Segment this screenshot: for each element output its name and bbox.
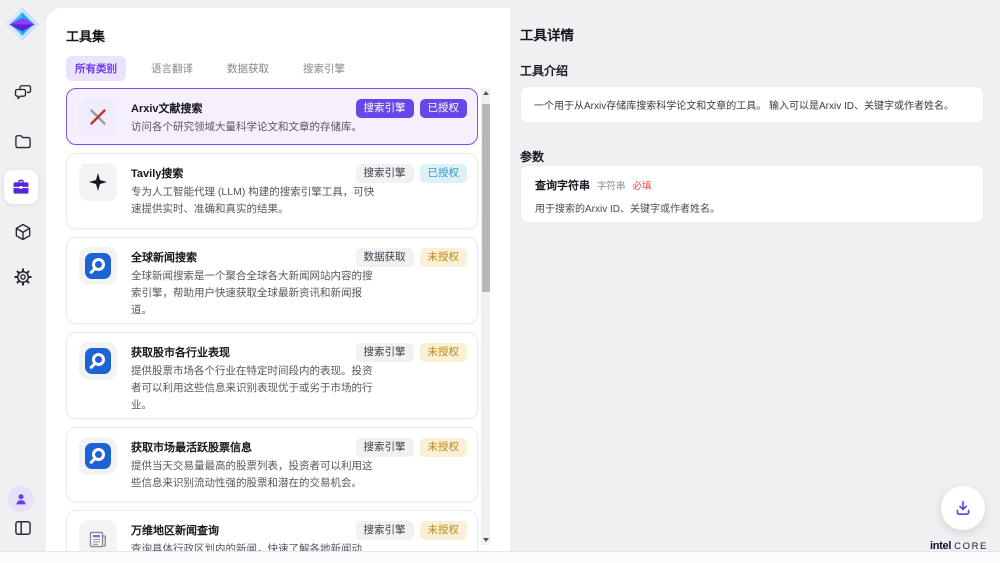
scroll-up-button[interactable] [481,88,490,98]
tool-list-panel: 工具集 所有类别语言翻译数据获取搜索引擎 Arxiv文献搜索访问各个研究领域大量… [46,8,510,551]
param-card: 查询字符串 字符串 必填 用于搜索的Arxiv ID、关键字或作者姓名。 [520,165,984,223]
tool-badges: 数据获取未授权 [356,248,468,267]
auth-badge: 未授权 [420,438,468,457]
tool-desc: 提供股票市场各个行业在特定时间段内的表现。投资者可以利用这些信息来识别表现优于或… [131,363,379,414]
tool-intro-text: 一个用于从Arxiv存储库搜索科学论文和文章的工具。 输入可以是Arxiv ID… [534,101,954,112]
tool-desc: 全球新闻搜索是一个聚合全球各大新闻网站内容的搜索引擎，帮助用户快速获取全球最新资… [131,268,379,319]
folder-icon[interactable] [11,130,35,154]
tool-name: 获取市场最活跃股票信息 [131,439,381,455]
param-required-badge: 必填 [633,178,652,192]
auth-badge: 未授权 [420,521,468,540]
category-badge: 搜索引擎 [356,99,414,118]
tool-desc: 专为人工智能代理 (LLM) 构建的搜索引擎工具，可快速提供实时、准确和真实的结… [131,184,379,218]
tool-name: Tavily搜索 [131,165,381,181]
tab-数据获取[interactable]: 数据获取 [218,56,278,81]
scrollbar[interactable] [481,88,490,545]
tool-badges: 搜索引擎已授权 [356,99,468,118]
params-section-title: 参数 [520,148,544,165]
tool-name: 获取股市各行业表现 [131,344,381,360]
tool-badges: 搜索引擎已授权 [356,164,468,183]
category-badge: 搜索引擎 [356,438,414,457]
arxiv-logo-icon [79,98,117,136]
detail-title: 工具详情 [520,24,574,44]
toolbox-icon[interactable] [4,170,38,204]
tool-card[interactable]: 获取股市各行业表现提供股票市场各个行业在特定时间段内的表现。投资者可以利用这些信… [66,332,478,419]
tool-badges: 搜索引擎未授权 [356,521,468,540]
tab-所有类别[interactable]: 所有类别 [66,56,126,81]
auth-badge: 未授权 [420,343,468,362]
bottom-strip [0,551,1000,563]
tool-card[interactable]: 万维地区新闻查询查询具体行政区划内的新闻，快速了解各地新闻动搜索引擎未授权 [66,510,478,551]
category-badge: 搜索引擎 [356,521,414,540]
app-logo [4,6,40,42]
chat-icon[interactable] [11,80,35,104]
category-badge: 数据获取 [356,248,414,267]
category-tabs: 所有类别语言翻译数据获取搜索引擎 [66,56,354,81]
tool-card[interactable]: Tavily搜索专为人工智能代理 (LLM) 构建的搜索引擎工具，可快速提供实时… [66,153,478,229]
tool-badges: 搜索引擎未授权 [356,343,468,362]
intro-section-title: 工具介绍 [520,62,568,79]
tool-card[interactable]: Arxiv文献搜索访问各个研究领域大量科学论文和文章的存储库。搜索引擎已授权 [66,88,478,145]
tool-card[interactable]: 获取市场最活跃股票信息提供当天交易量最高的股票列表，投资者可以利用这些信息来识别… [66,427,478,502]
download-icon [954,499,972,517]
settings-gear-icon[interactable] [11,265,35,289]
auth-badge: 未授权 [420,248,468,267]
tab-语言翻译[interactable]: 语言翻译 [142,56,202,81]
left-sidebar [0,0,46,551]
category-badge: 搜索引擎 [356,343,414,362]
tab-搜索引擎[interactable]: 搜索引擎 [294,56,354,81]
juhe-search-icon [79,437,117,475]
param-type: 字符串 [597,178,626,192]
tool-list: Arxiv文献搜索访问各个研究领域大量科学论文和文章的存储库。搜索引擎已授权Ta… [66,88,478,551]
tavily-star-icon [79,163,117,201]
panel-layout-icon[interactable] [11,516,35,540]
scroll-down-button[interactable] [481,535,490,545]
download-button[interactable] [941,486,985,530]
tool-desc: 查询具体行政区划内的新闻，快速了解各地新闻动 [131,541,379,551]
tool-intro-card: 一个用于从Arxiv存储库搜索科学论文和文章的工具。 输入可以是Arxiv ID… [520,86,984,123]
juhe-search-icon [79,342,117,380]
triangle-up-icon [483,91,489,95]
auth-badge: 已授权 [420,164,468,183]
tool-badges: 搜索引擎未授权 [356,438,468,457]
param-desc: 用于搜索的Arxiv ID、关键字或作者姓名。 [535,200,969,215]
tool-desc: 访问各个研究领域大量科学论文和文章的存储库。 [131,119,379,136]
triangle-down-icon [483,538,489,542]
tool-name: 万维地区新闻查询 [131,522,381,538]
juhe-search-icon [79,247,117,285]
page-title: 工具集 [66,26,105,45]
user-avatar-icon[interactable] [8,486,34,512]
auth-badge: 已授权 [420,99,468,118]
tool-card[interactable]: 全球新闻搜索全球新闻搜索是一个聚合全球各大新闻网站内容的搜索引擎，帮助用户快速获… [66,237,478,324]
news-icon [79,520,117,551]
category-badge: 搜索引擎 [356,164,414,183]
param-name: 查询字符串 [535,177,590,193]
scrollbar-thumb[interactable] [482,104,490,292]
package-icon[interactable] [11,220,35,244]
tool-name: 全球新闻搜索 [131,249,381,265]
tool-desc: 提供当天交易量最高的股票列表，投资者可以利用这些信息来识别流动性强的股票和潜在的… [131,458,379,492]
tool-name: Arxiv文献搜索 [131,100,381,116]
